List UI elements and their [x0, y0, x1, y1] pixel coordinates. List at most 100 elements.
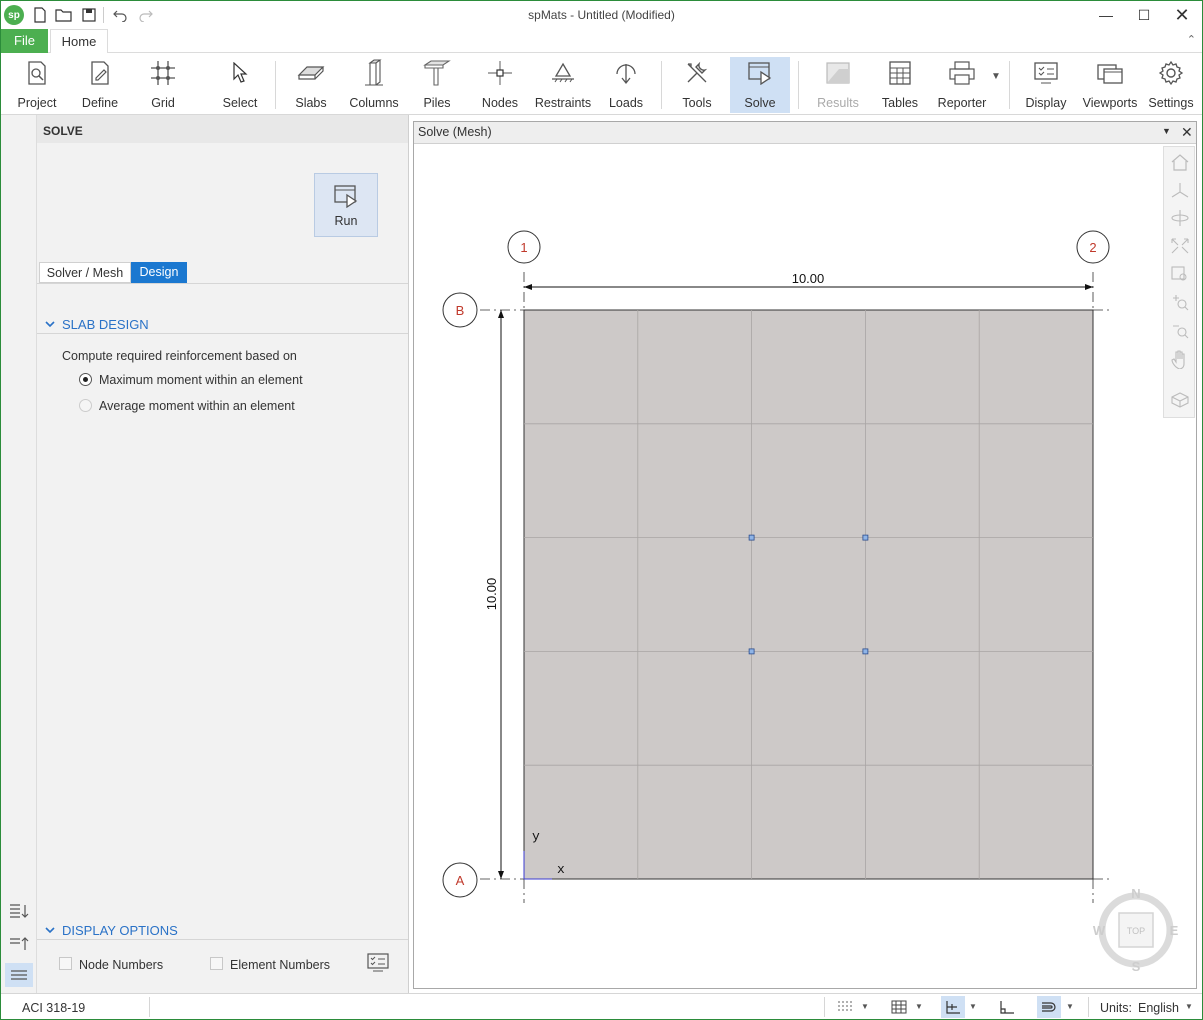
- close-button[interactable]: ✕: [1159, 1, 1202, 29]
- view-cube-icon[interactable]: [1170, 391, 1190, 409]
- radio-average-moment-label[interactable]: Average moment within an element: [99, 399, 295, 413]
- viewport-title: Solve (Mesh): [418, 125, 492, 139]
- isometric-view-icon[interactable]: [1170, 181, 1190, 199]
- zoom-out-icon[interactable]: [1170, 321, 1190, 339]
- compass-widget[interactable]: TOP N S E W: [1093, 886, 1179, 974]
- reporter-dropdown-icon[interactable]: ▼: [991, 71, 1001, 82]
- panel-title: SOLVE: [37, 115, 408, 143]
- define-button[interactable]: Define: [71, 57, 129, 113]
- app-window: sp spMats - Untitled (Modified) — ☐ ✕ Fi…: [0, 0, 1203, 1020]
- sort-up-icon[interactable]: [9, 935, 29, 954]
- tables-button[interactable]: Tables: [873, 57, 927, 113]
- design-code: ACI 318-19: [22, 1001, 86, 1015]
- solve-button[interactable]: Solve: [730, 57, 790, 113]
- radio-maximum-moment-label[interactable]: Maximum moment within an element: [99, 373, 303, 387]
- slabs-button[interactable]: Slabs: [283, 57, 339, 113]
- zoom-window-icon[interactable]: [1170, 265, 1190, 283]
- units-value[interactable]: English: [1138, 1001, 1179, 1015]
- zoom-in-icon[interactable]: [1170, 293, 1190, 311]
- units-dropdown-icon[interactable]: ▼: [1185, 1002, 1193, 1011]
- restraint-icon: [531, 57, 595, 89]
- file-tab[interactable]: File: [1, 29, 48, 53]
- loads-button[interactable]: Loads: [597, 57, 655, 113]
- slab-region[interactable]: [523, 309, 1094, 880]
- collapse-ribbon-icon[interactable]: ⌃: [1187, 33, 1196, 46]
- view-toolbar: [1163, 146, 1195, 418]
- grid-bubble-1[interactable]: 1: [507, 230, 541, 264]
- display-options-title: DISPLAY OPTIONS: [62, 923, 178, 938]
- panel-menu-button[interactable]: [5, 963, 33, 987]
- grid-lines-dropdown-icon[interactable]: ▼: [915, 1002, 923, 1011]
- restraints-button[interactable]: Restraints: [531, 57, 595, 113]
- chevron-down-icon: [45, 923, 55, 938]
- viewport-menu-icon[interactable]: ▼: [1162, 126, 1171, 136]
- run-button[interactable]: Run: [314, 173, 378, 237]
- grid-bubble-2[interactable]: 2: [1076, 230, 1110, 264]
- display-options-section-header[interactable]: DISPLAY OPTIONS: [37, 919, 408, 941]
- run-label: Run: [334, 214, 358, 228]
- project-label: Project: [17, 96, 57, 110]
- columns-label: Columns: [349, 96, 399, 110]
- tab-design[interactable]: Design: [131, 262, 187, 283]
- viewports-button[interactable]: Viewports: [1079, 57, 1141, 113]
- units-label: Units:: [1100, 1001, 1132, 1015]
- grid-bubble-b[interactable]: B: [442, 292, 478, 328]
- orbit-icon[interactable]: [1170, 209, 1190, 227]
- snap-toggle-button[interactable]: [941, 996, 965, 1018]
- grid-button[interactable]: Grid: [135, 57, 191, 113]
- select-button[interactable]: Select: [213, 57, 267, 113]
- menu-bar: File Home ⌃: [1, 29, 1202, 54]
- element-numbers-label[interactable]: Element Numbers: [230, 958, 330, 972]
- home-tab[interactable]: Home: [50, 29, 108, 54]
- title-bar: sp spMats - Untitled (Modified) — ☐ ✕: [1, 1, 1202, 29]
- magnet-dropdown-icon[interactable]: ▼: [1066, 1002, 1074, 1011]
- mesh-node[interactable]: [748, 648, 755, 655]
- magnet-toggle-button[interactable]: [1037, 996, 1061, 1018]
- ribbon: Project Define Grid Select Slabs Columns…: [1, 53, 1202, 115]
- node-numbers-label[interactable]: Node Numbers: [79, 958, 163, 972]
- compass-e: E: [1170, 923, 1179, 938]
- viewport-close-icon[interactable]: ✕: [1181, 124, 1193, 141]
- home-view-icon[interactable]: [1170, 153, 1190, 171]
- settings-button[interactable]: Settings: [1143, 57, 1199, 113]
- columns-button[interactable]: Columns: [345, 57, 403, 113]
- snap-dropdown-icon[interactable]: ▼: [969, 1002, 977, 1011]
- define-label: Define: [81, 96, 119, 110]
- tools-button[interactable]: Tools: [669, 57, 725, 113]
- pan-hand-icon[interactable]: [1170, 349, 1190, 369]
- grid-label-b: B: [456, 303, 465, 318]
- nodes-button[interactable]: Nodes: [471, 57, 529, 113]
- project-icon: [9, 57, 65, 89]
- mesh-node[interactable]: [748, 534, 755, 541]
- element-numbers-checkbox[interactable]: [210, 957, 223, 970]
- radio-maximum-moment[interactable]: [79, 373, 92, 386]
- display-settings-icon[interactable]: [367, 953, 389, 976]
- mesh-viewport: Solve (Mesh) ▼ ✕ 10.00 10.00 1 2 B A y x…: [413, 121, 1197, 989]
- slab-icon: [283, 57, 339, 89]
- results-button[interactable]: Results: [807, 57, 869, 113]
- grid-dots-dropdown-icon[interactable]: ▼: [861, 1002, 869, 1011]
- zoom-extents-icon[interactable]: [1170, 237, 1190, 255]
- grid-lines-icon[interactable]: [891, 1000, 907, 1014]
- piles-button[interactable]: Piles: [409, 57, 465, 113]
- slab-design-section-header[interactable]: SLAB DESIGN: [37, 313, 408, 335]
- sort-down-icon[interactable]: [9, 903, 29, 922]
- mesh-canvas[interactable]: 10.00 10.00 1 2 B A y x TOP N S E W: [414, 144, 1196, 989]
- axis-y-label: y: [532, 829, 540, 844]
- radio-average-moment[interactable]: [79, 399, 92, 412]
- ortho-icon[interactable]: [999, 1000, 1015, 1014]
- reporter-button[interactable]: Reporter: [933, 57, 991, 113]
- load-icon: [597, 57, 655, 89]
- compass-w: W: [1093, 923, 1106, 938]
- node-numbers-checkbox[interactable]: [59, 957, 72, 970]
- tab-solver-mesh[interactable]: Solver / Mesh: [39, 262, 131, 283]
- grid-dots-icon[interactable]: [837, 1000, 853, 1014]
- project-button[interactable]: Project: [9, 57, 65, 113]
- display-button[interactable]: Display: [1017, 57, 1075, 113]
- grid-bubble-a[interactable]: A: [442, 862, 478, 898]
- mesh-node[interactable]: [862, 534, 869, 541]
- mesh-node[interactable]: [862, 648, 869, 655]
- snap-icon: [946, 1001, 960, 1014]
- grid-label: Grid: [151, 96, 175, 110]
- run-icon: [315, 174, 377, 208]
